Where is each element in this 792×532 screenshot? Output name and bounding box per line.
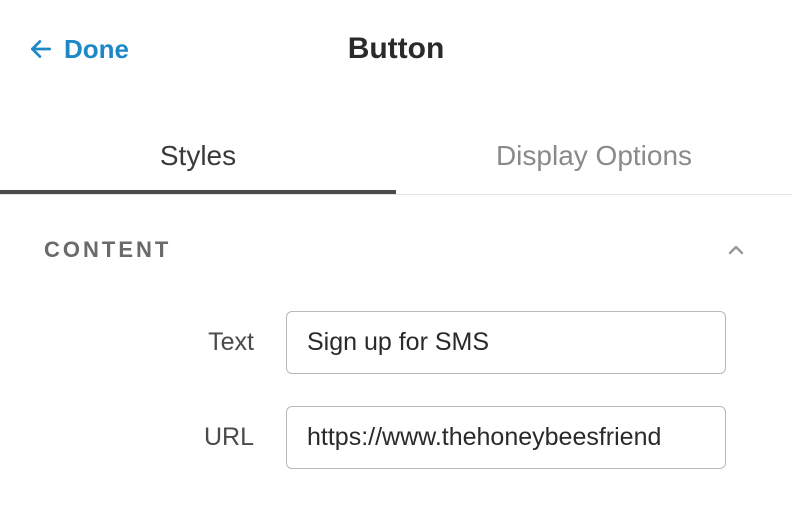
page-title: Button bbox=[28, 32, 764, 66]
tab-styles[interactable]: Styles bbox=[0, 122, 396, 194]
done-link[interactable]: Done bbox=[28, 34, 129, 65]
arrow-left-icon bbox=[28, 36, 54, 62]
content-section-header[interactable]: CONTENT bbox=[44, 237, 748, 263]
done-label: Done bbox=[64, 34, 129, 65]
tab-display-options[interactable]: Display Options bbox=[396, 122, 792, 194]
chevron-up-icon bbox=[724, 238, 748, 262]
url-input[interactable] bbox=[286, 406, 726, 469]
url-row: URL bbox=[44, 406, 748, 469]
text-label: Text bbox=[44, 328, 254, 357]
content-section-title: CONTENT bbox=[44, 237, 171, 263]
text-row: Text bbox=[44, 311, 748, 374]
header: Done Button bbox=[0, 0, 792, 84]
text-input[interactable] bbox=[286, 311, 726, 374]
content-section: CONTENT Text URL bbox=[0, 195, 792, 469]
tabs: Styles Display Options bbox=[0, 122, 792, 195]
url-label: URL bbox=[44, 423, 254, 452]
